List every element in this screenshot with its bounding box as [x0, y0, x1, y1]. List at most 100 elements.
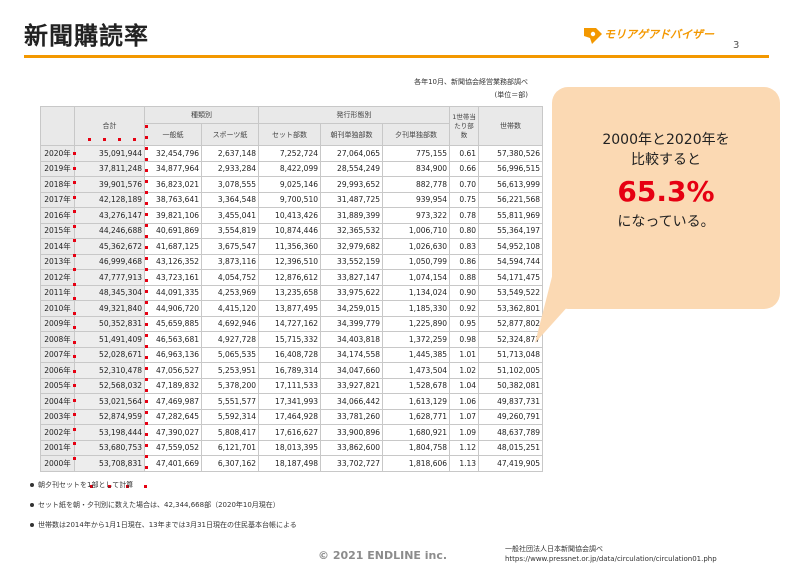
- table-cell: 50,352,831: [74, 315, 145, 332]
- table-cell: 1.01: [449, 346, 480, 363]
- marker-dot: [103, 138, 106, 141]
- source-note: 各年10月、新聞協会経営業務部調べ (単位＝部): [414, 76, 528, 102]
- table-cell: 52,310,478: [74, 362, 145, 379]
- bullet-icon: [30, 483, 34, 487]
- table-cell: 12,396,510: [258, 253, 321, 270]
- marker-dot: [145, 213, 148, 216]
- table-cell: 0.95: [449, 315, 480, 332]
- year-cell: 2004年: [40, 393, 75, 410]
- table-cell: 1,613,129: [381, 393, 451, 410]
- header-evening: 夕刊単独部数: [381, 123, 451, 146]
- table-cell: 1.02: [449, 362, 480, 379]
- table-cell: 29,993,652: [320, 176, 383, 193]
- table-row: 2009年 50,352,831 45,659,885 4,692,946 14,727…: [40, 315, 544, 332]
- table-cell: 38,763,641: [144, 191, 202, 208]
- marker-dot: [145, 345, 148, 348]
- table-row: 2001年 53,680,753 47,559,052 6,121,701 18,013…: [40, 439, 544, 456]
- logo-text: モリアゲアドバイザー: [604, 28, 714, 41]
- table-cell: 47,056,527: [144, 362, 202, 379]
- table-cell: 34,877,964: [144, 160, 202, 177]
- marker-dot: [73, 239, 76, 242]
- table-row: 2002年 53,198,444 47,390,027 5,808,417 17,616…: [40, 424, 544, 441]
- year-cell: 2008年: [40, 331, 75, 348]
- table-row: 2018年 39,901,576 36,823,021 3,078,555 9,025,…: [40, 176, 544, 193]
- marker-dot: [73, 210, 76, 213]
- header-by-type: 種類別: [144, 106, 259, 124]
- source-note-unit: (単位＝部): [494, 91, 528, 99]
- table-cell: 48,345,304: [74, 284, 145, 301]
- bullet-icon: [30, 523, 34, 527]
- marker-dot: [145, 356, 148, 359]
- marker-dot: [73, 413, 76, 416]
- notes-list: 朝夕刊セットを1部として計算 セット紙を朝・夕刊別に数えた場合は、42,344,…: [30, 480, 297, 540]
- year-cell: 2013年: [40, 253, 75, 270]
- year-cell: 2012年: [40, 269, 75, 286]
- header-per-household: 1世帯当たり部数: [449, 106, 480, 146]
- table-cell: 0.90: [449, 284, 480, 301]
- table-cell: 44,091,335: [144, 284, 202, 301]
- table-cell: 5,065,535: [201, 346, 259, 363]
- callout-line2: 比較すると: [631, 152, 701, 168]
- table-cell: 33,975,622: [320, 284, 383, 301]
- table-cell: 0.75: [449, 191, 480, 208]
- table-cell: 0.78: [449, 207, 480, 224]
- table-cell: 37,811,248: [74, 160, 145, 177]
- table-cell: 939,954: [381, 191, 451, 208]
- table-cell: 1,528,678: [381, 377, 451, 394]
- table-cell: 44,246,688: [74, 222, 145, 239]
- marker-dot: [145, 389, 148, 392]
- table-row: 2007年 52,028,671 46,963,136 5,065,535 16,408…: [40, 346, 544, 363]
- table-cell: 1.12: [449, 439, 480, 456]
- table-cell: 49,321,840: [74, 300, 145, 317]
- marker-dot: [145, 444, 148, 447]
- marker-dot: [145, 323, 148, 326]
- table-row: 2000年 53,708,831 47,401,669 6,307,162 18,187…: [40, 455, 544, 472]
- table-cell: 34,403,818: [320, 331, 383, 348]
- table-cell: 17,616,627: [258, 424, 321, 441]
- citation: 一般社団法人日本新聞協会調べ https://www.pressnet.or.j…: [505, 544, 717, 564]
- table-cell: 775,155: [381, 145, 451, 162]
- table-cell: 34,066,442: [320, 393, 383, 410]
- table-cell: 46,563,681: [144, 331, 202, 348]
- table-cell: 47,401,669: [144, 455, 202, 472]
- marker-dot: [73, 268, 76, 271]
- bullet-icon: [30, 503, 34, 507]
- table-cell: 32,365,532: [320, 222, 383, 239]
- marker-dot: [145, 279, 148, 282]
- table-cell: 18,013,395: [258, 439, 321, 456]
- year-cell: 2009年: [40, 315, 75, 332]
- table-cell: 53,549,522: [478, 284, 544, 301]
- source-note-line1: 各年10月、新聞協会経営業務部調べ: [414, 78, 528, 86]
- table-cell: 4,415,120: [201, 300, 259, 317]
- year-cell: 2018年: [40, 176, 75, 193]
- table-cell: 48,637,789: [478, 424, 544, 441]
- table-cell: 3,078,555: [201, 176, 259, 193]
- citation-url[interactable]: https://www.pressnet.or.jp/data/circulat…: [505, 554, 717, 564]
- table-cell: 33,900,896: [320, 424, 383, 441]
- marker-dot: [118, 138, 121, 141]
- table-cell: 0.70: [449, 176, 480, 193]
- table-cell: 3,364,548: [201, 191, 259, 208]
- table-cell: 1,225,890: [381, 315, 451, 332]
- marker-dot: [145, 400, 148, 403]
- marker-dot: [73, 398, 76, 402]
- marker-dot: [145, 125, 148, 128]
- citation-org: 一般社団法人日本新聞協会調べ: [505, 545, 603, 553]
- marker-dot: [73, 326, 76, 329]
- header-morning: 朝刊単独部数: [320, 123, 383, 146]
- logo-mark-icon: [584, 28, 602, 44]
- table-cell: 14,727,162: [258, 315, 321, 332]
- table-cell: 43,723,161: [144, 269, 202, 286]
- table-cell: 49,260,791: [478, 408, 544, 425]
- marker-dot: [73, 456, 76, 460]
- table-cell: 39,821,106: [144, 207, 202, 224]
- year-cell: 2016年: [40, 207, 75, 224]
- table-cell: 50,382,081: [478, 377, 544, 394]
- table-cell: 47,189,832: [144, 377, 202, 394]
- table-row: 2015年 44,246,688 40,691,869 3,554,819 10,874…: [40, 222, 544, 239]
- table-cell: 1.04: [449, 377, 480, 394]
- marker-dot: [145, 455, 148, 458]
- table-row: 2020年 35,091,944 32,454,796 2,637,148 7,252,…: [40, 145, 544, 162]
- table-cell: 11,356,360: [258, 238, 321, 255]
- company-logo: モリアゲアドバイザー: [582, 22, 722, 50]
